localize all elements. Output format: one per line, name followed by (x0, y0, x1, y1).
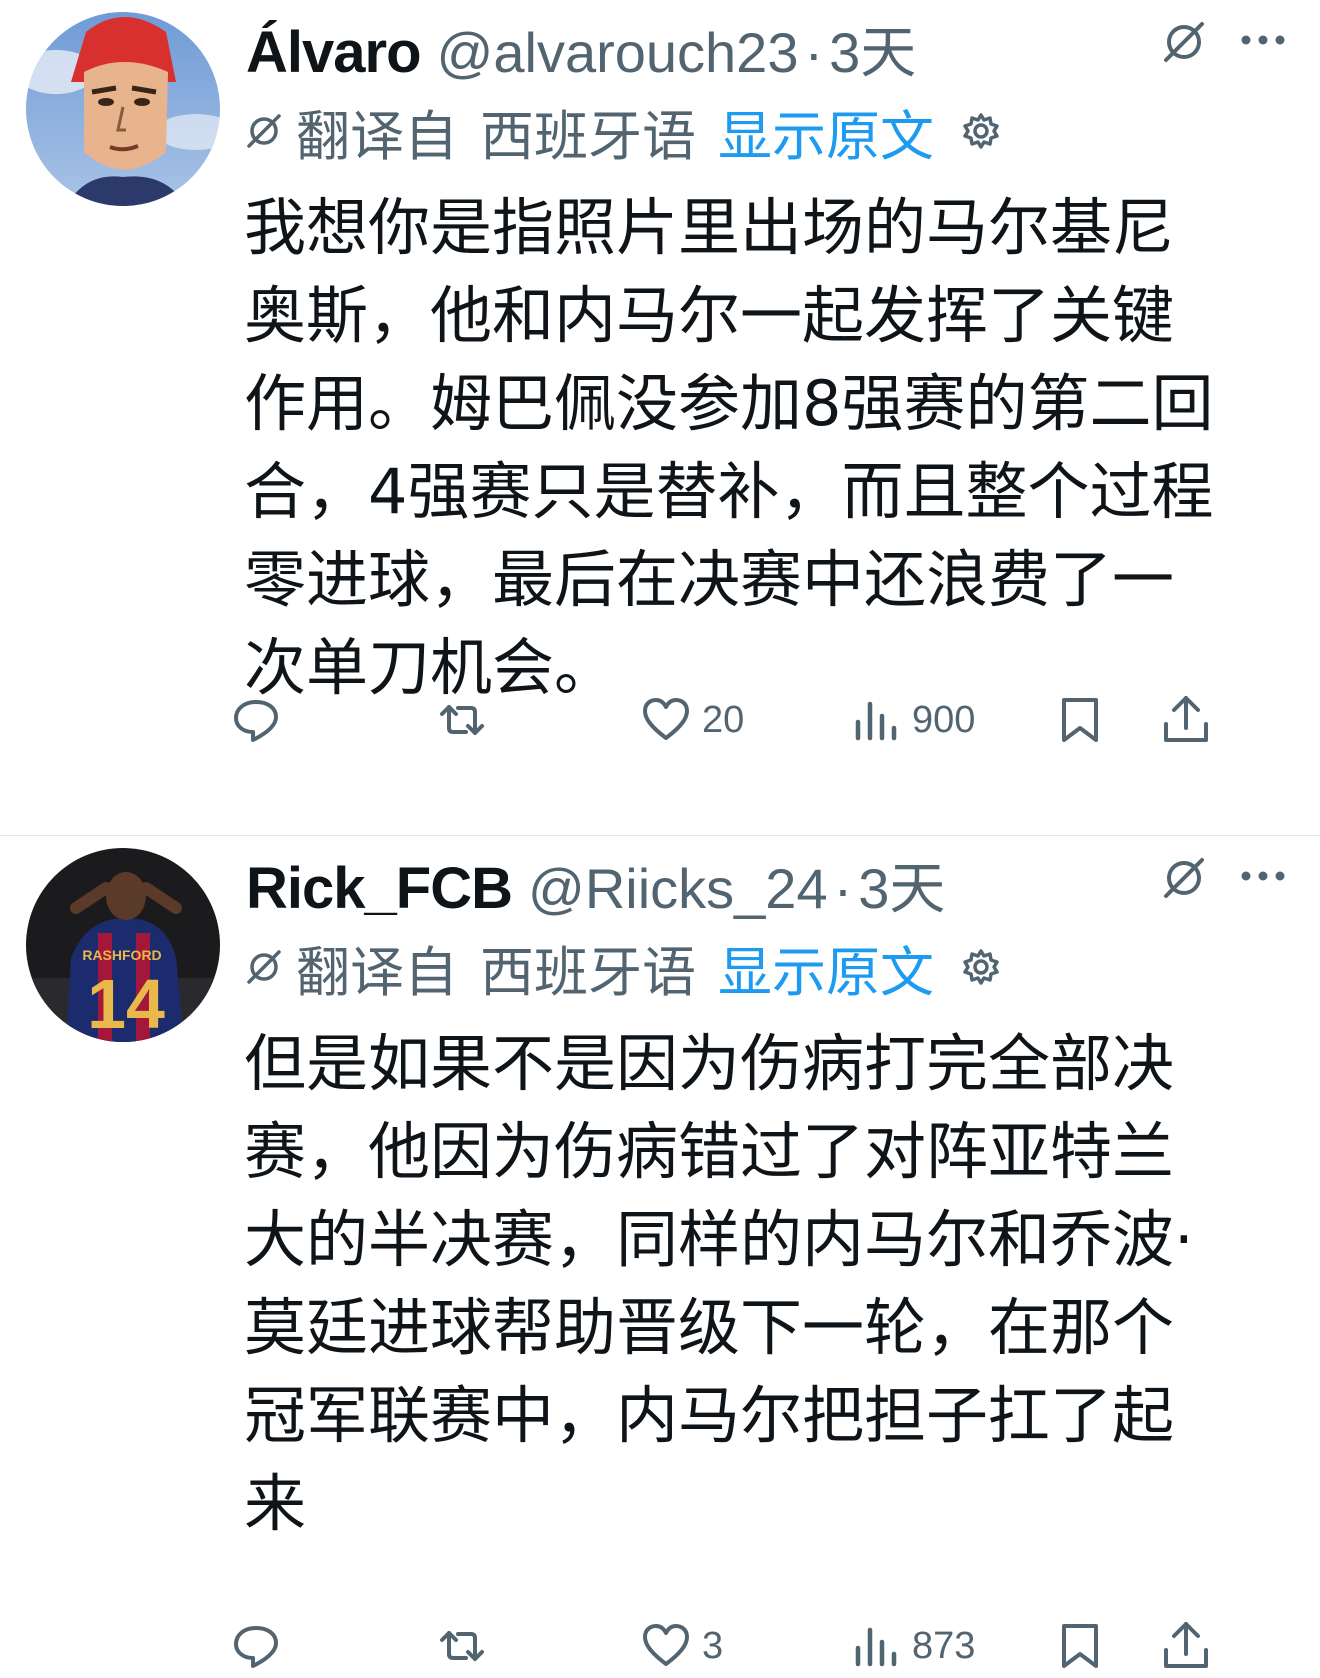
more-dots-icon[interactable] (1238, 22, 1288, 58)
retweet-button[interactable] (436, 690, 498, 750)
action-bar: 20 900 (0, 690, 1320, 750)
user-handle[interactable]: @alvarouch23 (437, 20, 799, 85)
timestamp[interactable]: 3天 (829, 8, 916, 89)
tweet-header: Rick_FCB @Riicks_24 · 3天 (246, 844, 945, 921)
retweet-button[interactable] (436, 1616, 498, 1676)
svg-text:14: 14 (87, 965, 165, 1042)
separator: · (804, 21, 824, 84)
share-button[interactable] (1160, 690, 1212, 750)
bookmark-button[interactable] (1054, 1616, 1106, 1676)
display-name[interactable]: Álvaro (246, 19, 422, 86)
translation-bar: 翻译自 西班牙语 显示原文 (244, 932, 1002, 1004)
display-name[interactable]: Rick_FCB (246, 855, 513, 922)
views-button[interactable]: 900 (850, 690, 975, 750)
tweet-header: Álvaro @alvarouch23 · 3天 (246, 8, 916, 85)
tweet[interactable]: Álvaro @alvarouch23 · 3天 翻译自 西班牙语 显示原文 我… (0, 0, 1320, 835)
reply-bubble-icon (234, 700, 278, 742)
share-button[interactable] (1160, 1616, 1212, 1676)
reply-button[interactable] (230, 690, 292, 750)
translated-from-label: 翻译自 (296, 104, 458, 168)
translation-bar: 翻译自 西班牙语 显示原文 (244, 96, 1002, 168)
grok-icon[interactable] (1160, 854, 1208, 902)
translated-from-label: 翻译自 (296, 940, 458, 1004)
avatar[interactable] (26, 12, 220, 206)
views-button[interactable]: 873 (850, 1616, 975, 1676)
avatar[interactable]: 14 RASHFORD (26, 848, 220, 1042)
more-dots-icon[interactable] (1238, 858, 1288, 894)
reply-button[interactable] (230, 1616, 292, 1676)
svg-text:RASHFORD: RASHFORD (82, 947, 161, 963)
action-bar: 3 873 (0, 1616, 1320, 1676)
separator: · (833, 857, 853, 920)
reply-bubble-icon (234, 1626, 278, 1668)
retweet-icon (440, 1631, 484, 1661)
views-bars-icon (855, 1627, 897, 1667)
bookmark-icon (1062, 1624, 1098, 1668)
source-language: 西班牙语 (480, 940, 696, 1004)
gear-icon[interactable] (960, 110, 1002, 152)
bookmark-icon (1062, 698, 1098, 742)
user-handle[interactable]: @Riicks_24 (528, 856, 828, 921)
show-original-link[interactable]: 显示原文 (718, 928, 934, 1007)
translate-slash-icon (247, 950, 281, 984)
retweet-icon (440, 705, 484, 735)
view-count: 900 (912, 698, 976, 741)
heart-icon (643, 1624, 689, 1666)
timestamp[interactable]: 3天 (858, 844, 945, 925)
tweet-text: 但是如果不是因为伤病打完全部决 赛，他因为伤病错过了对阵亚特兰 大的半决赛，同样… (244, 1027, 1194, 1540)
bookmark-button[interactable] (1054, 690, 1106, 750)
heart-icon (643, 698, 689, 740)
like-count: 3 (702, 1624, 724, 1667)
gear-icon[interactable] (960, 946, 1002, 988)
translate-slash-icon (247, 114, 281, 148)
view-count: 873 (912, 1624, 976, 1667)
tweet-text: 我想你是指照片里出场的马尔基尼 奥斯，他和内马尔一起发挥了关键 作用。姆巴佩没参… (244, 191, 1214, 704)
like-button[interactable]: 20 (640, 690, 744, 750)
source-language: 西班牙语 (480, 104, 696, 168)
tweet[interactable]: 14 RASHFORD Rick_FCB @Riicks_24 · 3天 翻译自… (0, 836, 1320, 1678)
like-count: 20 (702, 698, 745, 741)
share-upload-icon (1164, 696, 1208, 742)
like-button[interactable]: 3 (640, 1616, 723, 1676)
views-bars-icon (855, 701, 897, 741)
share-upload-icon (1164, 1622, 1208, 1668)
show-original-link[interactable]: 显示原文 (718, 92, 934, 171)
grok-icon[interactable] (1160, 18, 1208, 66)
